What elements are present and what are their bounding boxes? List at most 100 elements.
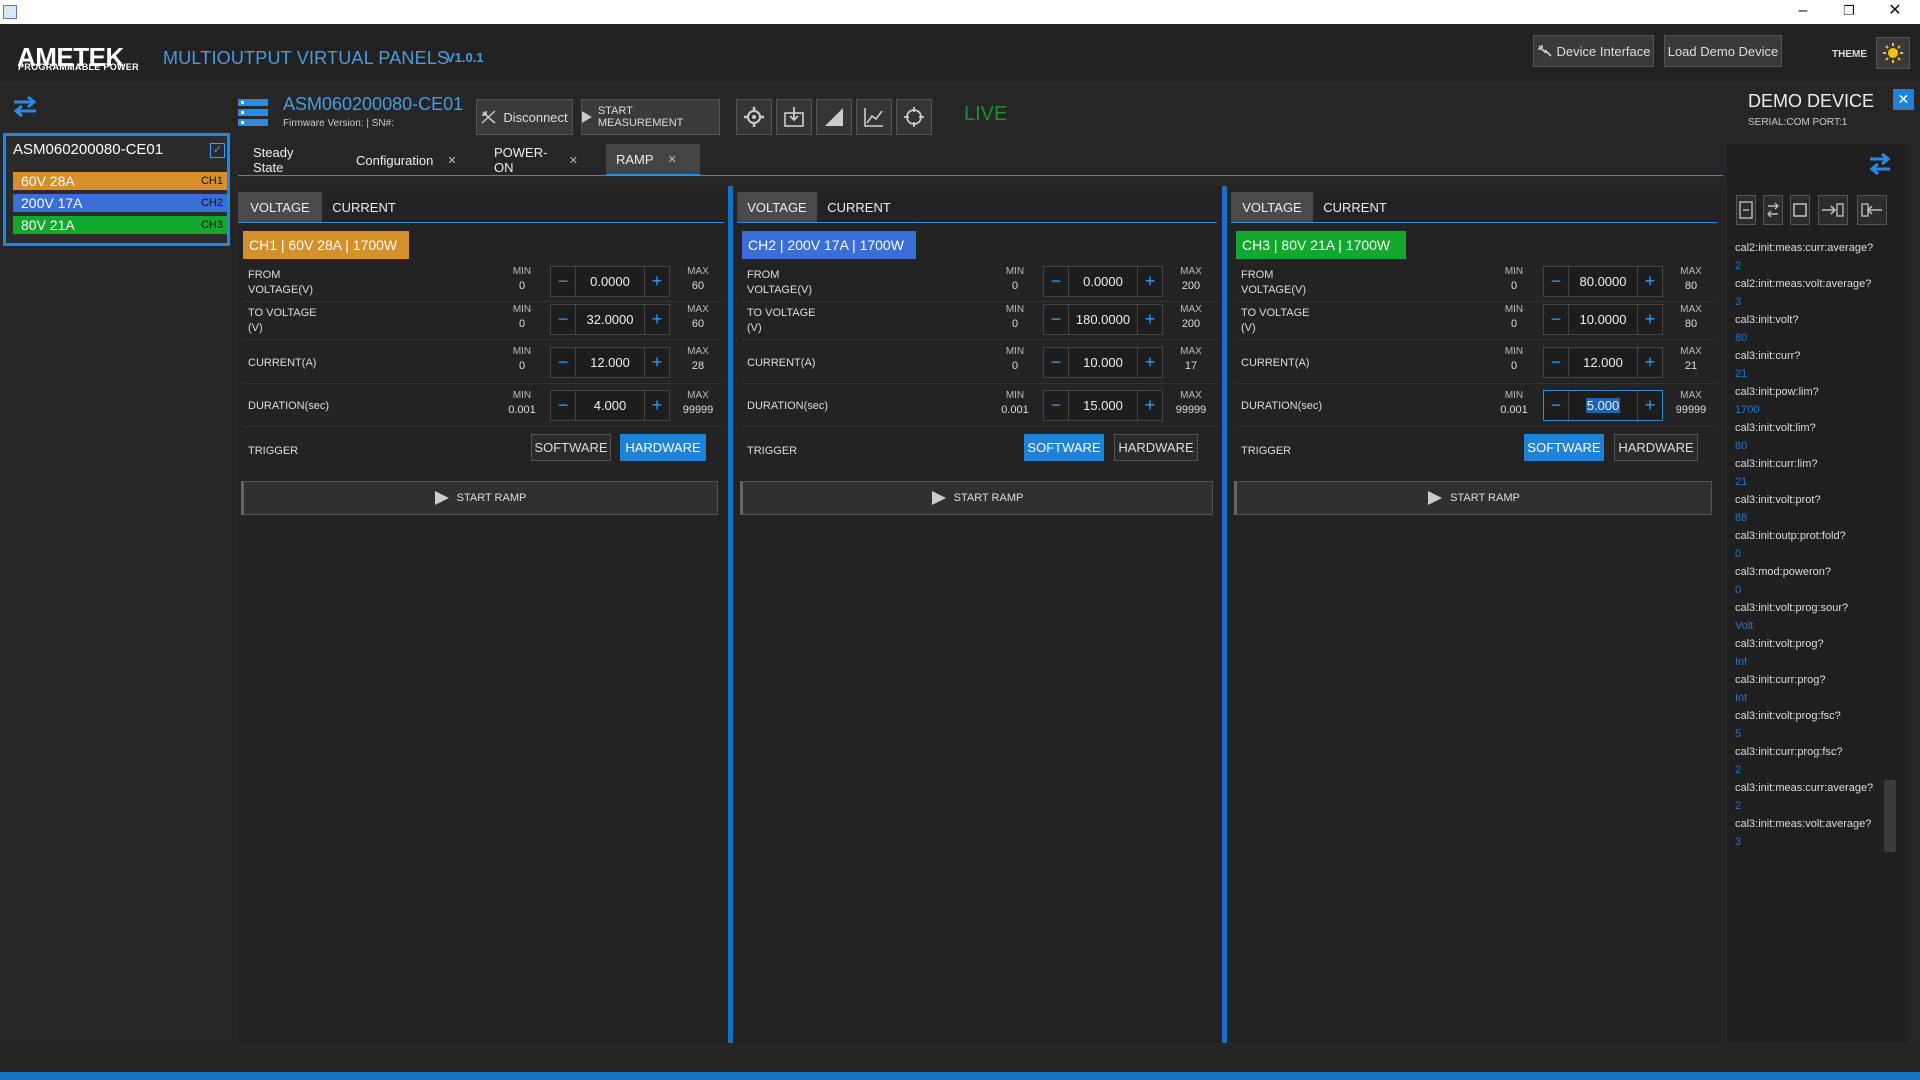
target-button[interactable] [896, 99, 932, 135]
trigger-hardware-button[interactable]: HARDWARE [620, 434, 706, 461]
increment-button[interactable]: + [644, 267, 669, 296]
log-clear-button[interactable] [1857, 195, 1887, 225]
decrement-button[interactable]: − [1544, 391, 1569, 420]
current-stepper[interactable]: − 12.000 + [1543, 347, 1663, 378]
device-interface-button[interactable]: Device Interface [1533, 35, 1654, 67]
current-stepper[interactable]: − 10.000 + [1043, 347, 1163, 378]
subtab-current[interactable]: CURRENT [322, 192, 406, 222]
subtab-voltage[interactable]: VOLTAGE [737, 192, 817, 222]
to-voltage-stepper[interactable]: − 10.0000 + [1543, 304, 1663, 335]
increment-button[interactable]: + [1137, 267, 1162, 296]
tab-power-on[interactable]: POWER-ON ✕ [484, 144, 588, 176]
stepper-value[interactable]: 15.000 [1069, 398, 1137, 413]
settings-button[interactable] [736, 99, 772, 135]
log-next-button[interactable] [1818, 195, 1848, 225]
swap-arrows-icon[interactable] [1866, 151, 1894, 177]
trigger-hardware-button[interactable]: HARDWARE [1114, 434, 1198, 461]
tab-ramp[interactable]: RAMP ✕ [606, 144, 700, 176]
log-export-button[interactable] [1736, 195, 1756, 225]
decrement-button[interactable]: − [551, 348, 576, 377]
trigger-software-button[interactable]: SOFTWARE [1024, 434, 1104, 461]
trigger-hardware-button[interactable]: HARDWARE [1614, 434, 1698, 461]
subtab-current[interactable]: CURRENT [1313, 192, 1397, 222]
increment-button[interactable]: + [644, 348, 669, 377]
load-demo-device-button[interactable]: Load Demo Device [1664, 35, 1782, 67]
duration-stepper[interactable]: − 15.000 + [1043, 390, 1163, 421]
start-ramp-button[interactable]: START RAMP [1234, 481, 1712, 515]
stepper-value[interactable]: 0.0000 [576, 274, 644, 289]
decrement-button[interactable]: − [551, 305, 576, 334]
log-response: Volt [1735, 620, 1754, 632]
ramp-button[interactable] [816, 99, 852, 135]
download-button[interactable] [776, 99, 812, 135]
trigger-software-button[interactable]: SOFTWARE [1524, 434, 1604, 461]
increment-button[interactable]: + [1637, 305, 1662, 334]
swap-arrows-icon[interactable] [10, 94, 40, 118]
decrement-button[interactable]: − [551, 267, 576, 296]
duration-stepper[interactable]: − 4.000 + [550, 390, 670, 421]
increment-button[interactable]: + [1637, 348, 1662, 377]
log-stop-button[interactable] [1790, 195, 1810, 225]
theme-toggle-button[interactable] [1876, 37, 1910, 69]
decrement-button[interactable]: − [1044, 391, 1069, 420]
start-ramp-button[interactable]: START RAMP [241, 481, 718, 515]
log-scrollbar[interactable] [1884, 780, 1896, 852]
close-tab-icon[interactable]: ✕ [668, 153, 677, 166]
stepper-value[interactable]: 0.0000 [1069, 274, 1137, 289]
increment-button[interactable]: + [644, 305, 669, 334]
stepper-value[interactable]: 12.000 [1569, 355, 1637, 370]
current-stepper[interactable]: − 12.000 + [550, 347, 670, 378]
decrement-button[interactable]: − [1544, 348, 1569, 377]
increment-button[interactable]: + [1137, 305, 1162, 334]
stepper-value[interactable]: 10.000 [1069, 355, 1137, 370]
stepper-value[interactable]: 4.000 [576, 398, 644, 413]
decrement-button[interactable]: − [1544, 267, 1569, 296]
duration-stepper[interactable]: − 5.000 + [1543, 390, 1663, 421]
increment-button[interactable]: + [1637, 391, 1662, 420]
device-name[interactable]: ASM060200080-CE01 [13, 141, 163, 158]
tab-steady-state[interactable]: Steady State [243, 144, 331, 176]
sidebar-channel-ch2[interactable]: 200V 17A CH2 [13, 194, 227, 212]
disconnect-button[interactable]: Disconnect [476, 99, 573, 135]
maximize-button[interactable]: ❐ [1826, 0, 1872, 24]
stepper-value[interactable]: 32.0000 [576, 312, 644, 327]
close-tab-icon[interactable]: ✕ [447, 154, 456, 167]
from-voltage-stepper[interactable]: − 0.0000 + [1043, 266, 1163, 297]
stepper-value[interactable]: 80.0000 [1569, 274, 1637, 289]
start-measurement-button[interactable]: START MEASUREMENT [581, 99, 720, 135]
trigger-software-button[interactable]: SOFTWARE [531, 434, 611, 461]
to-voltage-stepper[interactable]: − 32.0000 + [550, 304, 670, 335]
subtab-voltage[interactable]: VOLTAGE [1231, 192, 1313, 222]
decrement-button[interactable]: − [551, 391, 576, 420]
decrement-button[interactable]: − [1544, 305, 1569, 334]
subtab-current[interactable]: CURRENT [817, 192, 901, 222]
chart-button[interactable] [856, 99, 892, 135]
start-ramp-button[interactable]: START RAMP [740, 481, 1213, 515]
increment-button[interactable]: + [1637, 267, 1662, 296]
minimize-button[interactable]: – [1780, 0, 1826, 24]
stepper-value[interactable]: 10.0000 [1569, 312, 1637, 327]
from-voltage-stepper[interactable]: − 80.0000 + [1543, 266, 1663, 297]
from-voltage-stepper[interactable]: − 0.0000 + [550, 266, 670, 297]
subtab-voltage[interactable]: VOLTAGE [238, 192, 322, 222]
decrement-button[interactable]: − [1044, 348, 1069, 377]
sidebar-channel-ch3[interactable]: 80V 21A CH3 [13, 216, 227, 234]
decrement-button[interactable]: − [1044, 305, 1069, 334]
increment-button[interactable]: + [1137, 348, 1162, 377]
firmware-info: Firmware Version: | SN#: [283, 118, 394, 129]
stepper-value[interactable]: 180.0000 [1069, 312, 1137, 327]
log-response: Int [1735, 656, 1748, 668]
close-window-button[interactable]: ✕ [1872, 0, 1918, 24]
log-swap-button[interactable] [1763, 195, 1783, 225]
device-checkbox[interactable]: ✓ [210, 143, 225, 158]
increment-button[interactable]: + [644, 391, 669, 420]
close-panel-button[interactable]: ✕ [1893, 89, 1914, 110]
close-tab-icon[interactable]: ✕ [569, 154, 578, 167]
sidebar-channel-ch1[interactable]: 60V 28A CH1 [13, 172, 227, 190]
tab-configuration[interactable]: Configuration ✕ [346, 144, 461, 176]
increment-button[interactable]: + [1137, 391, 1162, 420]
stepper-value[interactable]: 5.000 [1569, 398, 1637, 413]
stepper-value[interactable]: 12.000 [576, 355, 644, 370]
decrement-button[interactable]: − [1044, 267, 1069, 296]
to-voltage-stepper[interactable]: − 180.0000 + [1043, 304, 1163, 335]
